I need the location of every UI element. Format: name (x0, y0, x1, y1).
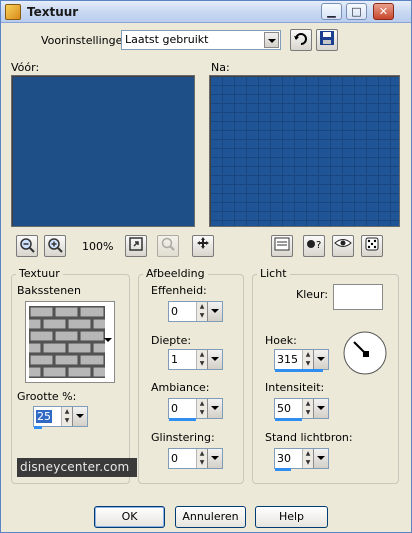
zoom-actual-icon (157, 235, 179, 257)
ambiance-spinner[interactable]: 0 ▲ ▼ (168, 398, 223, 421)
proof-toggle-icon[interactable] (271, 235, 293, 257)
chevron-down-icon[interactable] (313, 449, 328, 468)
intensity-label: Intensiteit: (265, 381, 325, 394)
app-icon (5, 4, 21, 20)
light-color-swatch[interactable] (333, 284, 383, 310)
randomize-dice-icon[interactable] (361, 235, 383, 257)
light-source-level-bar (275, 468, 291, 471)
angle-value[interactable]: 315 (277, 353, 298, 366)
light-group-title: Licht (257, 267, 290, 280)
spin-updown-icon[interactable]: ▲ ▼ (302, 350, 313, 369)
chevron-down-icon[interactable] (313, 350, 328, 369)
smoothness-label: Effenheid: (151, 284, 207, 297)
depth-label: Diepte: (151, 334, 192, 347)
chevron-down-icon[interactable] (72, 407, 87, 426)
close-button[interactable]: ✕ (373, 3, 394, 20)
image-group-title: Afbeelding (143, 267, 208, 280)
presets-label: Voorinstellingen: (41, 34, 134, 47)
ambiance-level-bar (169, 418, 196, 421)
maximize-button[interactable]: □ (346, 3, 367, 20)
svg-text:?: ? (316, 240, 321, 251)
chevron-down-icon[interactable] (207, 399, 222, 418)
angle-dial-icon (343, 331, 387, 375)
chevron-down-icon[interactable] (313, 399, 328, 418)
chevron-down-icon[interactable] (207, 350, 222, 369)
spin-updown-icon[interactable]: ▲ ▼ (196, 449, 207, 468)
spin-updown-icon[interactable]: ▲ ▼ (196, 302, 207, 321)
spin-updown-icon[interactable]: ▲ ▼ (61, 407, 72, 426)
angle-dial[interactable] (342, 330, 388, 376)
texture-picker[interactable] (25, 301, 115, 383)
after-preview (209, 75, 400, 227)
chevron-down-icon[interactable] (104, 338, 112, 342)
size-value[interactable]: 25 (36, 410, 52, 423)
shine-label: Glinstering: (151, 431, 215, 444)
save-preset-icon[interactable] (316, 29, 338, 51)
cancel-button[interactable]: Annuleren (175, 506, 246, 528)
minimize-button[interactable]: ▁ (321, 3, 342, 20)
size-spinner[interactable]: 25 ▲ ▼ (33, 406, 88, 429)
help-button[interactable]: Help (255, 506, 328, 528)
depth-value[interactable]: 1 (171, 353, 178, 366)
intensity-value[interactable]: 50 (277, 402, 291, 415)
intensity-level-bar (275, 418, 302, 421)
ask-help-icon[interactable]: ? (303, 235, 325, 257)
before-label: Vóór: (11, 61, 40, 74)
fit-preview-icon[interactable] (125, 235, 147, 257)
texture-group-title: Textuur (16, 267, 63, 280)
zoom-out-icon[interactable] (16, 235, 38, 257)
presets-dropdown[interactable]: Laatst gebruikt (121, 30, 281, 50)
window-title: Textuur (27, 5, 79, 19)
ambiance-label: Ambiance: (151, 381, 210, 394)
texture-name: Baksstenen (17, 284, 81, 297)
zoom-in-icon[interactable] (44, 235, 66, 257)
smoothness-spinner[interactable]: 0 ▲ ▼ (168, 301, 223, 322)
angle-spinner[interactable]: 315 ▲ ▼ (274, 349, 329, 372)
ok-button[interactable]: OK (94, 506, 165, 528)
chevron-down-icon[interactable] (207, 302, 222, 321)
light-source-value[interactable]: 30 (277, 452, 291, 465)
smoothness-value[interactable]: 0 (171, 305, 178, 318)
intensity-spinner[interactable]: 50 ▲ ▼ (274, 398, 329, 421)
light-source-label: Stand lichtbron: (265, 431, 353, 444)
reset-preset-icon[interactable] (290, 29, 312, 51)
angle-level-bar (275, 369, 323, 372)
presets-value: Laatst gebruikt (125, 33, 209, 46)
shine-spinner[interactable]: 0 ▲ ▼ (168, 448, 223, 469)
before-preview[interactable] (11, 75, 195, 227)
spin-updown-icon[interactable]: ▲ ▼ (302, 449, 313, 468)
shine-value[interactable]: 0 (171, 452, 178, 465)
after-label: Na: (211, 61, 230, 74)
title-bar[interactable]: Textuur ▁ □ ✕ (1, 1, 411, 23)
spin-updown-icon[interactable]: ▲ ▼ (196, 350, 207, 369)
texture-dialog: Textuur ▁ □ ✕ Voorinstellingen: Laatst g… (0, 0, 412, 533)
chevron-down-icon[interactable] (207, 449, 222, 468)
watermark: disneycenter.com (17, 458, 137, 477)
preview-eye-icon[interactable] (332, 235, 354, 257)
angle-label: Hoek: (265, 334, 297, 347)
ambiance-value[interactable]: 0 (171, 402, 178, 415)
brick-texture-swatch (29, 306, 105, 378)
zoom-level: 100% (82, 240, 114, 253)
pan-move-icon[interactable] (192, 235, 214, 257)
spin-updown-icon[interactable]: ▲ ▼ (196, 399, 207, 418)
depth-spinner[interactable]: 1 ▲ ▼ (168, 349, 223, 370)
color-label: Kleur: (296, 288, 329, 301)
size-level-bar (34, 426, 42, 429)
light-source-spinner[interactable]: 30 ▲ ▼ (274, 448, 329, 471)
spin-updown-icon[interactable]: ▲ ▼ (302, 399, 313, 418)
size-label: Grootte %: (17, 390, 77, 403)
chevron-down-icon[interactable] (264, 32, 279, 48)
